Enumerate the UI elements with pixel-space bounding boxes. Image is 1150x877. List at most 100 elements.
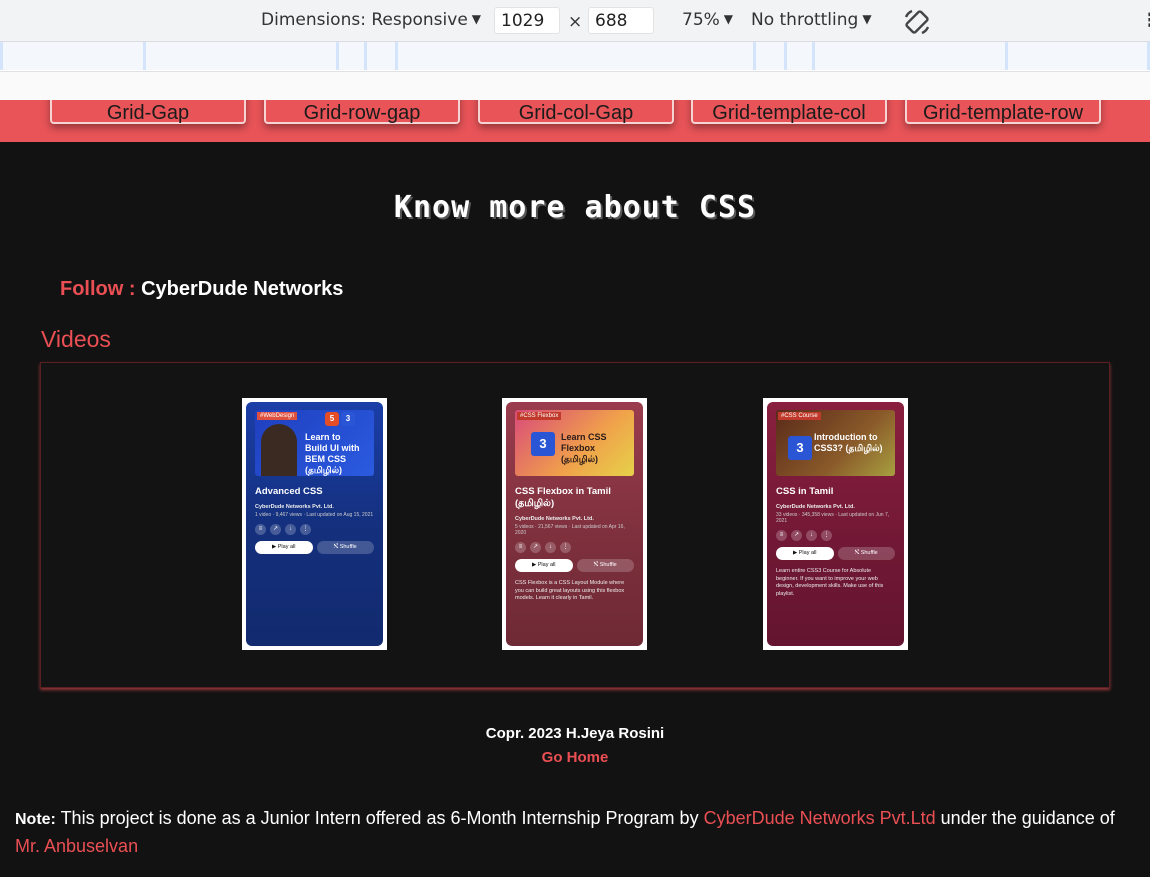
- height-input[interactable]: [588, 7, 654, 34]
- thumbnail-text: Introduction to CSS3? (தமிழில்): [814, 432, 883, 453]
- share-icon[interactable]: ↗: [791, 530, 802, 541]
- playlist-meta: 5 videos · 21,567 views · Last updated o…: [515, 524, 625, 536]
- rotate-icon[interactable]: [903, 8, 931, 36]
- play-all-label: Play all: [798, 550, 817, 556]
- play-icon: ▶: [272, 544, 277, 550]
- nav-button-grid-gap[interactable]: Grid-Gap: [50, 100, 246, 124]
- media-query-segment[interactable]: [753, 42, 787, 70]
- shuffle-label: Shuffle: [860, 550, 878, 556]
- media-query-segment[interactable]: [143, 42, 339, 70]
- media-query-segment[interactable]: [336, 42, 367, 70]
- playlist-title[interactable]: CSS in Tamil: [776, 486, 895, 498]
- note-text-1: This project is done as a Junior Intern …: [55, 808, 704, 828]
- footer-note: Note: This project is done as a Junior I…: [15, 805, 1135, 860]
- nav-strip: Grid-Gap Grid-row-gap Grid-col-Gap Grid-…: [0, 100, 1150, 142]
- dimensions-dropdown[interactable]: Dimensions: Responsive ▼: [261, 10, 481, 30]
- thumbnail-tag: #CSS Course: [778, 412, 821, 420]
- videos-title: Videos: [41, 326, 111, 352]
- playlist-panel: #WebDesign 5 3 Learn to Build UI with BE…: [246, 402, 383, 646]
- html5-icon: 5: [325, 412, 339, 426]
- playlist-buttons: ▶ Play all ⤭ Shuffle: [515, 559, 634, 572]
- playlist-card[interactable]: #CSS Flexbox 3 Learn CSS Flexbox (தமிழில…: [502, 398, 647, 650]
- playlist-owner[interactable]: CyberDude Networks Pvt. Ltd.: [255, 504, 374, 510]
- more-menu-icon[interactable]: ⋮: [1141, 10, 1150, 31]
- download-icon[interactable]: ↓: [285, 524, 296, 535]
- playlist-buttons: ▶ Play all ⤭ Shuffle: [776, 547, 895, 560]
- zoom-dropdown[interactable]: 75% ▼: [682, 10, 733, 30]
- throttling-dropdown[interactable]: No throttling ▼: [751, 10, 872, 30]
- playlist-thumbnail[interactable]: #CSS Flexbox 3 Learn CSS Flexbox (தமிழில…: [515, 410, 634, 476]
- shuffle-icon: ⤭: [333, 544, 339, 550]
- playlist-card[interactable]: #WebDesign 5 3 Learn to Build UI with BE…: [242, 398, 387, 650]
- times-sign: ×: [568, 12, 583, 32]
- download-icon[interactable]: ↓: [545, 542, 556, 553]
- more-icon[interactable]: ⋮: [821, 530, 832, 541]
- shuffle-label: Shuffle: [339, 544, 357, 550]
- play-all-button[interactable]: ▶ Play all: [515, 559, 573, 572]
- media-query-segment[interactable]: [1005, 42, 1150, 70]
- thumbnail-text: Learn to Build UI with BEM CSS (தமிழில்): [305, 432, 360, 475]
- playlist-owner[interactable]: CyberDude Networks Pvt. Ltd.: [515, 516, 634, 522]
- playlist-meta: 33 videos · 345,358 views · Last updated…: [776, 512, 890, 524]
- more-icon[interactable]: ⋮: [560, 542, 571, 553]
- media-query-segment[interactable]: [395, 42, 756, 70]
- throttling-value: No throttling: [751, 10, 859, 30]
- playlist-title[interactable]: Advanced CSS: [255, 486, 374, 498]
- media-query-segment[interactable]: [784, 42, 815, 70]
- caret-down-icon: ▼: [723, 12, 734, 26]
- share-icon[interactable]: ↗: [530, 542, 541, 553]
- presenter-image: [261, 424, 297, 476]
- ruler-spacer: [0, 72, 1150, 102]
- play-all-button[interactable]: ▶ Play all: [776, 547, 834, 560]
- follow-line: Follow : CyberDude Networks: [60, 278, 343, 301]
- width-input[interactable]: [494, 7, 560, 34]
- thumbnail-text: Learn CSS Flexbox (தமிழில்): [561, 432, 607, 464]
- save-icon[interactable]: ≡: [255, 524, 266, 535]
- save-icon[interactable]: ≡: [776, 530, 787, 541]
- shuffle-button[interactable]: ⤭ Shuffle: [316, 541, 374, 554]
- nav-button-grid-template-row[interactable]: Grid-template-row: [905, 100, 1101, 124]
- follow-label: Follow :: [60, 278, 136, 300]
- play-icon: ▶: [532, 562, 537, 568]
- note-label: Note:: [15, 811, 56, 828]
- caret-down-icon: ▼: [862, 12, 872, 26]
- nav-button-grid-row-gap[interactable]: Grid-row-gap: [264, 100, 460, 124]
- playlist-meta: 1 video · 9,467 views · Last updated on …: [255, 512, 374, 518]
- playlist-title[interactable]: CSS Flexbox in Tamil (தமிழில்): [515, 486, 634, 510]
- media-query-bar[interactable]: [0, 42, 1150, 72]
- copyright: Copr. 2023 H.Jeya Rosini: [485, 725, 665, 742]
- media-query-segment[interactable]: [0, 42, 146, 70]
- go-home-link[interactable]: Go Home: [0, 749, 1150, 766]
- playlist-panel: #CSS Flexbox 3 Learn CSS Flexbox (தமிழில…: [506, 402, 643, 646]
- media-query-segment[interactable]: [364, 42, 398, 70]
- shuffle-button[interactable]: ⤭ Shuffle: [837, 547, 895, 560]
- download-icon[interactable]: ↓: [806, 530, 817, 541]
- playlist-actions: ≡ ↗ ↓ ⋮: [515, 542, 634, 553]
- playlist-thumbnail[interactable]: #CSS Course 3 Introduction to CSS3? (தமி…: [776, 410, 895, 476]
- caret-down-icon: ▼: [471, 12, 482, 26]
- play-all-button[interactable]: ▶ Play all: [255, 541, 313, 554]
- playlist-actions: ≡ ↗ ↓ ⋮: [776, 530, 895, 541]
- page-heading: Know more about CSS: [393, 190, 757, 225]
- shuffle-button[interactable]: ⤭ Shuffle: [576, 559, 634, 572]
- mentor-link[interactable]: Mr. Anbuselvan: [15, 836, 138, 856]
- media-query-segment[interactable]: [812, 42, 1008, 70]
- zoom-value: 75%: [682, 10, 720, 30]
- play-icon: ▶: [793, 550, 798, 556]
- devtools-toolbar: Dimensions: Responsive▼ × 75%▼ No thrott…: [0, 0, 1150, 42]
- nav-button-grid-col-gap[interactable]: Grid-col-Gap: [478, 100, 674, 124]
- dimensions-label: Dimensions: Responsive: [261, 10, 468, 30]
- nav-button-grid-template-col[interactable]: Grid-template-col: [691, 100, 887, 124]
- playlist-description: Learn entire CSS3 Course for Absolute be…: [776, 568, 884, 597]
- follow-name[interactable]: CyberDude Networks: [141, 278, 343, 300]
- css3-icon: 3: [788, 436, 812, 460]
- playlist-thumbnail[interactable]: #WebDesign 5 3 Learn to Build UI with BE…: [255, 410, 374, 476]
- playlist-card[interactable]: #CSS Course 3 Introduction to CSS3? (தமி…: [763, 398, 908, 650]
- company-link[interactable]: CyberDude Networks Pvt.Ltd: [704, 808, 936, 828]
- more-icon[interactable]: ⋮: [300, 524, 311, 535]
- save-icon[interactable]: ≡: [515, 542, 526, 553]
- share-icon[interactable]: ↗: [270, 524, 281, 535]
- css3-icon: 3: [531, 432, 555, 456]
- thumbnail-tag: #WebDesign: [257, 412, 298, 420]
- playlist-owner[interactable]: CyberDude Networks Pvt. Ltd.: [776, 504, 895, 510]
